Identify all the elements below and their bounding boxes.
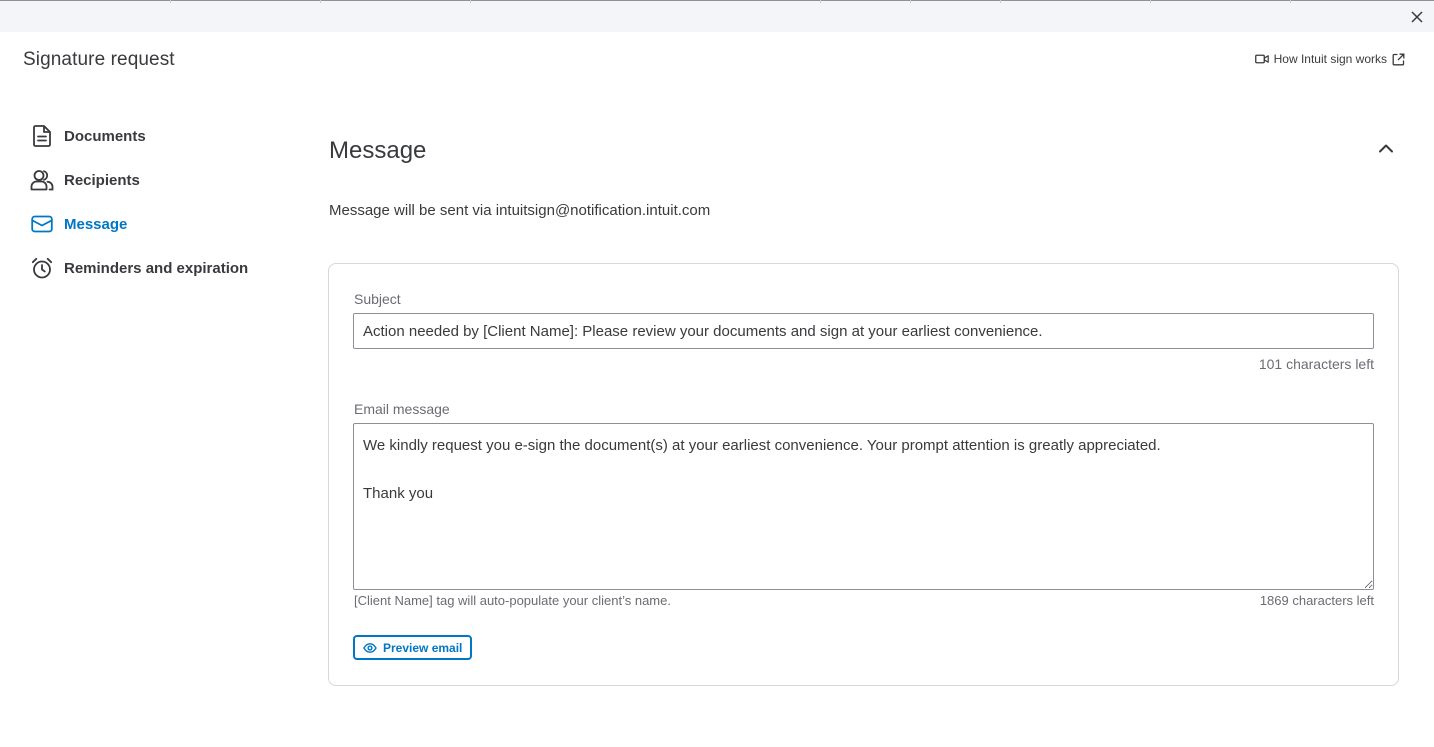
how-it-works-label: How Intuit sign works bbox=[1273, 52, 1387, 66]
background-divider bbox=[470, 0, 471, 3]
background-divider bbox=[1290, 0, 1291, 3]
external-link-icon bbox=[1392, 53, 1405, 65]
email-message-label: Email message bbox=[354, 401, 450, 417]
sidebar-item-label: Documents bbox=[64, 127, 146, 145]
background-divider bbox=[320, 0, 321, 3]
document-icon bbox=[30, 124, 54, 148]
sidebar-item-documents[interactable]: Documents bbox=[30, 114, 290, 158]
how-it-works-link[interactable]: How Intuit sign works bbox=[1254, 52, 1405, 66]
background-window-strip bbox=[0, 0, 1434, 32]
subject-char-counter: 101 characters left bbox=[1258, 356, 1374, 372]
background-divider bbox=[170, 0, 171, 3]
sidebar-nav: Documents Recipients Message Reminders a… bbox=[30, 114, 290, 290]
eye-icon bbox=[363, 642, 377, 653]
preview-email-label: Preview email bbox=[383, 640, 463, 655]
background-divider bbox=[1150, 0, 1151, 3]
background-divider bbox=[1000, 0, 1001, 3]
modal-title: Signature request bbox=[23, 49, 175, 70]
background-divider bbox=[910, 0, 911, 3]
sent-via-text: Message will be sent via intuitsign@noti… bbox=[329, 202, 711, 219]
sidebar-item-label: Reminders and expiration bbox=[64, 259, 249, 277]
section-title: Message bbox=[329, 137, 427, 164]
email-message-textarea[interactable]: We kindly request you e-sign the documen… bbox=[353, 423, 1374, 590]
subject-label: Subject bbox=[354, 291, 401, 307]
close-icon bbox=[1411, 11, 1423, 23]
preview-email-button[interactable]: Preview email bbox=[353, 635, 473, 660]
sidebar-item-label: Recipients bbox=[64, 171, 140, 189]
message-card: Subject 101 characters left Email messag… bbox=[328, 263, 1399, 686]
subject-input[interactable] bbox=[353, 313, 1374, 349]
client-name-hint: [Client Name] tag will auto-populate you… bbox=[354, 593, 671, 608]
sidebar-item-reminders[interactable]: Reminders and expiration bbox=[30, 246, 290, 290]
video-icon bbox=[1254, 54, 1269, 64]
chevron-up-icon bbox=[1379, 144, 1393, 153]
sidebar-item-label: Message bbox=[64, 215, 128, 233]
sidebar-item-message[interactable]: Message bbox=[30, 202, 290, 246]
users-icon bbox=[30, 168, 54, 192]
sidebar-item-recipients[interactable]: Recipients bbox=[30, 158, 290, 202]
envelope-icon bbox=[30, 212, 54, 236]
background-divider bbox=[820, 0, 821, 3]
alarm-clock-icon bbox=[30, 256, 54, 280]
close-button[interactable] bbox=[1408, 8, 1426, 26]
email-char-counter: 1869 characters left bbox=[1259, 593, 1374, 608]
collapse-section-button[interactable] bbox=[1376, 138, 1396, 158]
